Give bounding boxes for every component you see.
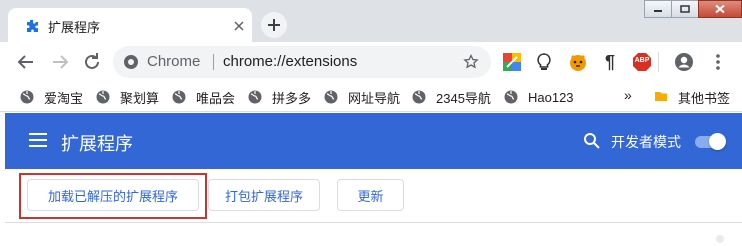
minimize-icon — [654, 10, 662, 12]
maximize-button[interactable] — [671, 0, 699, 18]
bookmark-item[interactable]: 爱淘宝 — [20, 88, 83, 106]
chrome-icon — [124, 55, 138, 69]
bookmark-item[interactable]: 聚划算 — [96, 88, 159, 106]
close-tab-icon[interactable] — [232, 19, 246, 33]
omnibox-site-label: Chrome — [147, 53, 201, 70]
bookmark-label: 聚划算 — [120, 90, 160, 106]
close-icon — [715, 4, 725, 14]
bookmark-label: 网址导航 — [348, 90, 401, 106]
bookmark-item[interactable]: 唯品会 — [172, 88, 235, 106]
folder-icon — [655, 92, 667, 101]
color-ext-icon[interactable] — [502, 52, 522, 72]
minimize-button[interactable] — [644, 0, 672, 18]
forward-icon[interactable] — [48, 50, 72, 74]
toggle-knob — [709, 133, 726, 150]
load-unpacked-button[interactable]: 加载已解压的扩展程序 — [27, 179, 199, 211]
pack-extension-button[interactable]: 打包扩展程序 — [208, 179, 320, 211]
back-icon[interactable] — [14, 50, 38, 74]
other-bookmarks[interactable]: 其他书签 — [678, 88, 730, 107]
extensions-header: 扩展程序 开发者模式 — [5, 113, 742, 169]
globe-icon — [504, 90, 518, 104]
close-window-button[interactable] — [698, 0, 742, 18]
developer-action-bar: 加载已解压的扩展程序 打包扩展程序 更新 — [5, 169, 742, 223]
bulb-ext-icon[interactable] — [534, 52, 554, 72]
bookmarks-bar: 爱淘宝 聚划算 唯品会 拼多多 网址导航 2345导航 Hao123 » 其他书… — [0, 82, 742, 112]
bookmark-item[interactable]: 网址导航 — [324, 88, 400, 106]
bookmark-label: 拼多多 — [272, 90, 312, 106]
developer-mode-label: 开发者模式 — [611, 134, 681, 150]
extensions-content — [5, 224, 742, 246]
pilcrow-ext-icon[interactable]: ¶ — [600, 52, 620, 72]
bookmark-label: Hao123 — [528, 89, 574, 105]
omnibox-url[interactable]: chrome://extensions — [223, 53, 357, 70]
plus-icon — [268, 19, 280, 31]
abp-ext-icon[interactable]: ABP — [632, 52, 652, 72]
bookmark-star-icon[interactable] — [463, 54, 479, 70]
bookmarks-overflow-button[interactable]: » — [624, 87, 632, 103]
maximize-icon — [680, 5, 690, 13]
update-button[interactable]: 更新 — [337, 179, 404, 211]
globe-icon — [248, 90, 262, 104]
more-menu-icon[interactable] — [708, 52, 728, 72]
tab-extensions[interactable]: 扩展程序 — [8, 8, 252, 42]
toolbar-divider — [658, 52, 659, 72]
globe-icon — [20, 90, 34, 104]
globe-icon — [324, 90, 338, 104]
new-tab-button[interactable] — [261, 12, 287, 38]
omnibox[interactable]: Chrome chrome://extensions — [113, 46, 491, 78]
bookmark-label: 唯品会 — [196, 90, 236, 106]
globe-icon — [172, 90, 186, 104]
omnibox-divider — [213, 54, 214, 70]
window-controls — [644, 0, 742, 20]
puzzle-icon — [27, 20, 38, 32]
page-title: 扩展程序 — [61, 134, 133, 154]
tiger-ext-icon[interactable] — [568, 52, 588, 72]
scroll-indicator — [716, 235, 724, 243]
bookmark-item[interactable]: Hao123 — [504, 88, 574, 106]
tab-title: 扩展程序 — [48, 20, 101, 35]
search-icon[interactable] — [583, 132, 601, 150]
reload-icon[interactable] — [80, 50, 104, 74]
hamburger-menu-icon[interactable] — [29, 133, 47, 147]
globe-icon — [96, 90, 110, 104]
developer-mode-toggle[interactable] — [695, 133, 726, 150]
profile-icon[interactable] — [674, 52, 694, 72]
bookmark-label: 爱淘宝 — [44, 90, 84, 106]
bookmark-item[interactable]: 拼多多 — [248, 88, 311, 106]
bookmark-label: 2345导航 — [436, 90, 491, 106]
tab-strip: 扩展程序 — [0, 0, 742, 42]
globe-icon — [412, 90, 426, 104]
bookmark-item[interactable]: 2345导航 — [412, 88, 491, 106]
abp-label: ABP — [634, 57, 650, 64]
